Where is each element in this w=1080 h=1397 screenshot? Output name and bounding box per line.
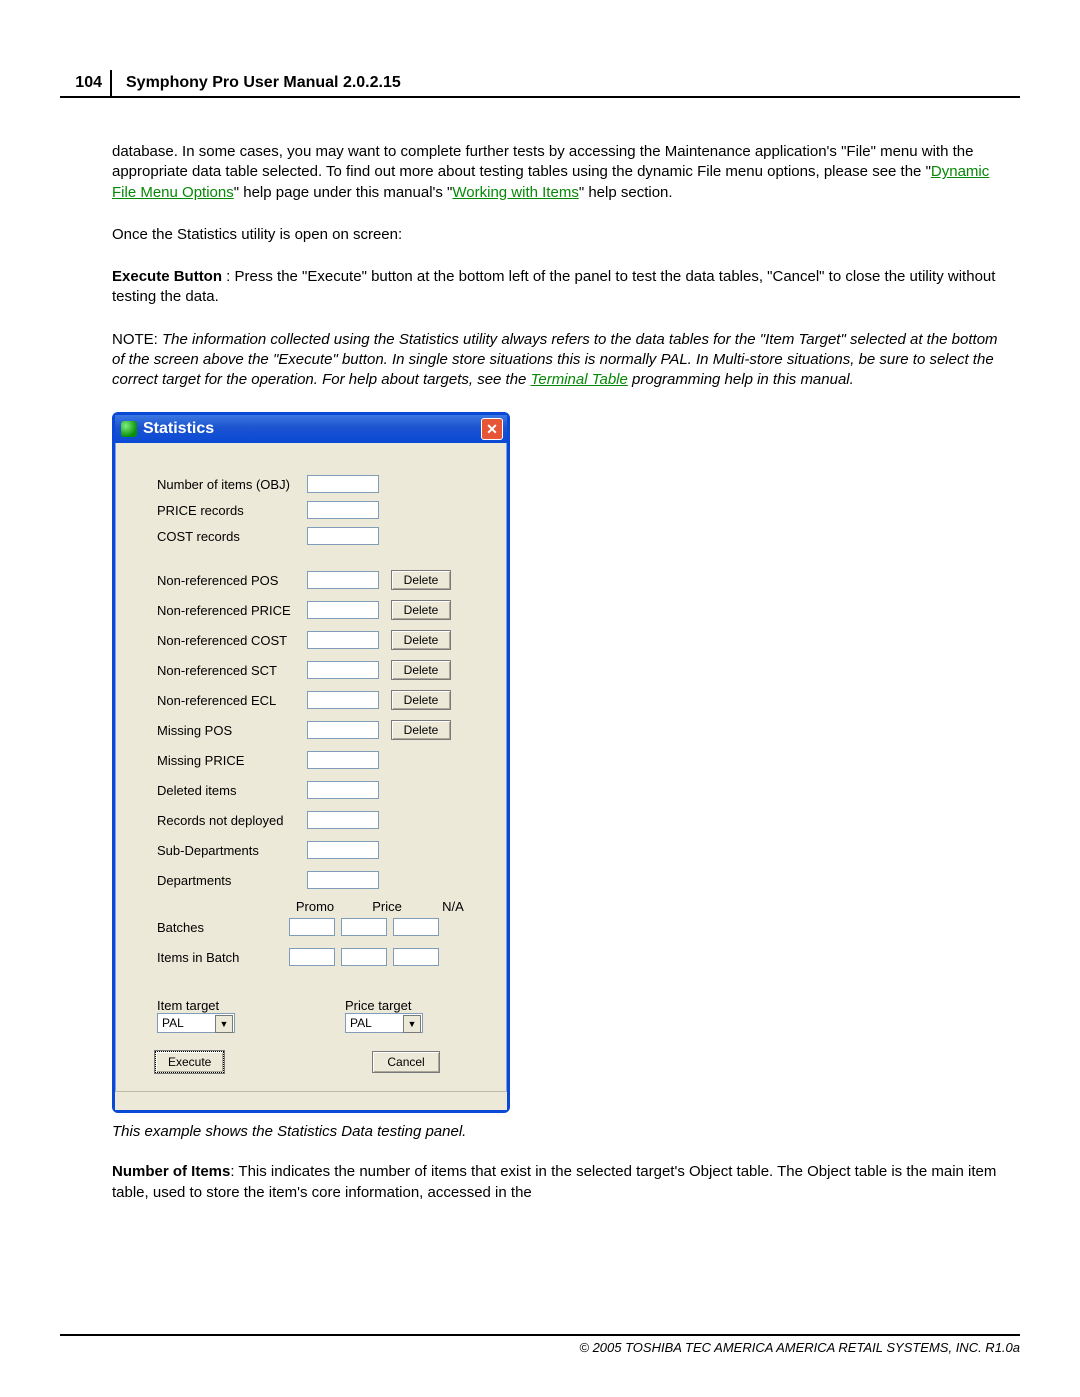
- label-price-records: PRICE records: [157, 503, 307, 518]
- label-nr-sct: Non-referenced SCT: [157, 663, 307, 678]
- page: 104 Symphony Pro User Manual 2.0.2.15 da…: [0, 0, 1080, 1397]
- price-target-value: PAL: [350, 1016, 372, 1030]
- statistics-dialog: Statistics ✕ Number of items (OBJ) PRICE…: [112, 412, 510, 1113]
- paragraph-open: Once the Statistics utility is open on s…: [112, 225, 1014, 245]
- label-sub-dept: Sub-Departments: [157, 843, 307, 858]
- field-iib-promo[interactable]: [289, 948, 335, 966]
- delete-nr-cost-button[interactable]: Delete: [391, 630, 451, 650]
- paragraph-num-of-items: Number of Items: This indicates the numb…: [112, 1162, 1014, 1203]
- delete-nr-ecl-button[interactable]: Delete: [391, 690, 451, 710]
- col-na: N/A: [433, 899, 473, 914]
- field-nr-sct[interactable]: [307, 661, 379, 679]
- page-header: 104 Symphony Pro User Manual 2.0.2.15: [60, 70, 1020, 98]
- chevron-down-icon: ▼: [403, 1015, 421, 1033]
- link-working-with-items[interactable]: Working with Items: [452, 184, 578, 201]
- label-execute-button: Execute Button: [112, 268, 222, 285]
- chevron-down-icon: ▼: [215, 1015, 233, 1033]
- delete-nr-price-button[interactable]: Delete: [391, 600, 451, 620]
- dialog-statusbar: [115, 1091, 507, 1110]
- dialog-title: Statistics: [143, 420, 481, 438]
- field-not-deployed[interactable]: [307, 811, 379, 829]
- label-item-target: Item target: [157, 998, 235, 1013]
- col-promo: Promo: [289, 899, 341, 914]
- field-dept[interactable]: [307, 871, 379, 889]
- label-nr-cost: Non-referenced COST: [157, 633, 307, 648]
- col-price: Price: [361, 899, 413, 914]
- field-miss-pos[interactable]: [307, 721, 379, 739]
- item-target-combo[interactable]: PAL ▼: [157, 1013, 235, 1033]
- content: database. In some cases, you may want to…: [60, 142, 1020, 1203]
- page-footer: © 2005 TOSHIBA TEC AMERICA AMERICA RETAI…: [60, 1334, 1020, 1355]
- text: : Press the "Execute" button at the bott…: [112, 268, 995, 305]
- page-number: 104: [60, 70, 112, 96]
- label-batches: Batches: [157, 920, 289, 935]
- text: : This indicates the number of items tha…: [112, 1163, 996, 1200]
- delete-nr-sct-button[interactable]: Delete: [391, 660, 451, 680]
- field-cost-records[interactable]: [307, 527, 379, 545]
- paragraph-db: database. In some cases, you may want to…: [112, 142, 1014, 203]
- label-price-target: Price target: [345, 998, 423, 1013]
- label-not-deployed: Records not deployed: [157, 813, 307, 828]
- dialog-body: Number of items (OBJ) PRICE records COST…: [115, 443, 507, 1091]
- field-nr-cost[interactable]: [307, 631, 379, 649]
- price-target-combo[interactable]: PAL ▼: [345, 1013, 423, 1033]
- paragraph-note: NOTE: The information collected using th…: [112, 330, 1014, 391]
- field-batches-price[interactable]: [341, 918, 387, 936]
- dialog-titlebar[interactable]: Statistics ✕: [115, 415, 507, 443]
- manual-title: Symphony Pro User Manual 2.0.2.15: [112, 70, 1020, 96]
- label-num-items: Number of items (OBJ): [157, 477, 307, 492]
- field-num-items[interactable]: [307, 475, 379, 493]
- label-nr-pos: Non-referenced POS: [157, 573, 307, 588]
- label-miss-price: Missing PRICE: [157, 753, 307, 768]
- field-iib-na[interactable]: [393, 948, 439, 966]
- note-label: NOTE:: [112, 331, 162, 348]
- field-nr-price[interactable]: [307, 601, 379, 619]
- field-price-records[interactable]: [307, 501, 379, 519]
- text: database. In some cases, you may want to…: [112, 143, 973, 180]
- link-terminal-table[interactable]: Terminal Table: [531, 371, 628, 388]
- label-nr-price: Non-referenced PRICE: [157, 603, 307, 618]
- close-icon[interactable]: ✕: [481, 418, 503, 440]
- field-iib-price[interactable]: [341, 948, 387, 966]
- label-del-items: Deleted items: [157, 783, 307, 798]
- label-nr-ecl: Non-referenced ECL: [157, 693, 307, 708]
- text: " help section.: [579, 184, 673, 201]
- cancel-button[interactable]: Cancel: [372, 1051, 439, 1073]
- text: " help page under this manual's ": [234, 184, 453, 201]
- execute-button[interactable]: Execute: [155, 1051, 224, 1073]
- label-dept: Departments: [157, 873, 307, 888]
- label-items-in-batch: Items in Batch: [157, 950, 289, 965]
- batch-column-headers: Promo Price N/A: [289, 899, 491, 914]
- field-nr-pos[interactable]: [307, 571, 379, 589]
- field-miss-price[interactable]: [307, 751, 379, 769]
- label-cost-records: COST records: [157, 529, 307, 544]
- label-number-of-items: Number of Items: [112, 1163, 230, 1180]
- app-icon: [121, 421, 137, 437]
- field-nr-ecl[interactable]: [307, 691, 379, 709]
- figure-caption: This example shows the Statistics Data t…: [112, 1123, 1014, 1140]
- field-sub-dept[interactable]: [307, 841, 379, 859]
- field-del-items[interactable]: [307, 781, 379, 799]
- field-batches-na[interactable]: [393, 918, 439, 936]
- label-miss-pos: Missing POS: [157, 723, 307, 738]
- delete-miss-pos-button[interactable]: Delete: [391, 720, 451, 740]
- paragraph-execute: Execute Button : Press the "Execute" but…: [112, 267, 1014, 308]
- item-target-value: PAL: [162, 1016, 184, 1030]
- field-batches-promo[interactable]: [289, 918, 335, 936]
- note-text-b: programming help in this manual.: [628, 371, 854, 388]
- delete-nr-pos-button[interactable]: Delete: [391, 570, 451, 590]
